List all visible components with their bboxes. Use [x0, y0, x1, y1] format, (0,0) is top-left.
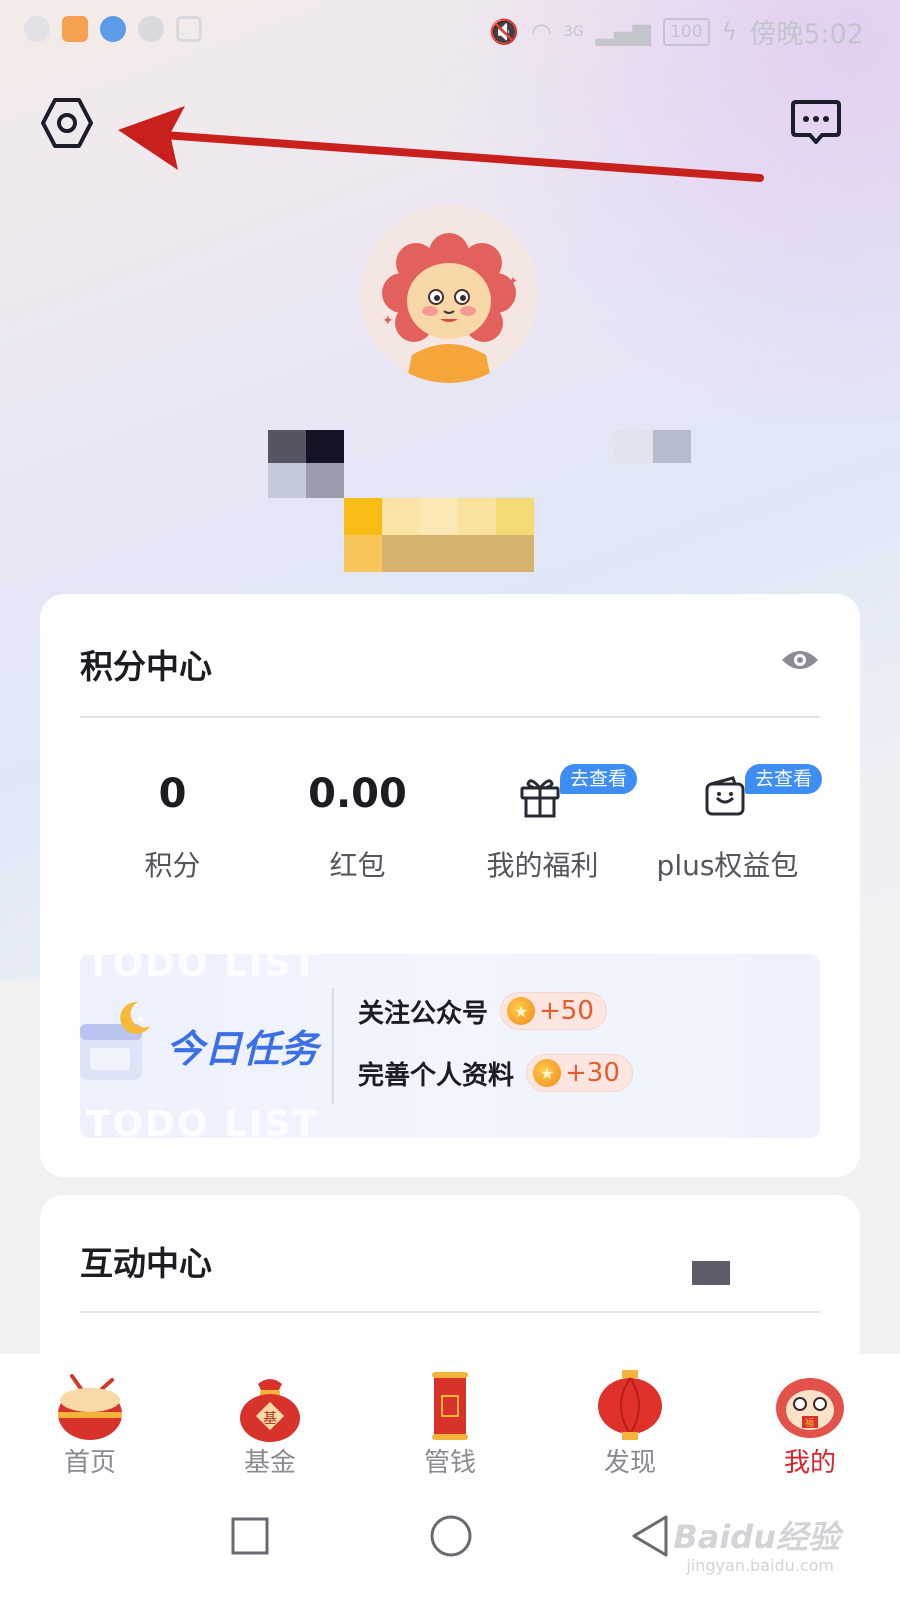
battery-indicator: 100 [663, 17, 710, 46]
svg-text:基: 基 [263, 1410, 277, 1426]
points-value: 0 [158, 771, 187, 817]
mute-icon: 🔇 [489, 17, 519, 46]
notification-icons [24, 16, 202, 42]
money-bag-icon: 基 [240, 1379, 300, 1442]
nav-discover[interactable]: 发现 [540, 1354, 720, 1482]
avatar[interactable]: ✦ ✦ [360, 205, 538, 383]
view-plus-badge: 去查看 [745, 764, 823, 794]
points-center-card: 积分中心 0 积分 0.00 红包 去查看 我的福利 去查看 plus权益包 T… [40, 594, 860, 1177]
svg-text:★: ★ [136, 1014, 145, 1025]
nav-label: 首页 [63, 1448, 116, 1478]
my-benefits-stat[interactable]: 去查看 我的福利 [450, 764, 638, 884]
task-separator [332, 988, 334, 1104]
baidu-watermark-url: jingyan.baidu.com [686, 1556, 834, 1575]
drum-icon [58, 1374, 122, 1440]
points-stats: 0 积分 0.00 红包 去查看 我的福利 去查看 plus权益包 [80, 764, 823, 904]
settings-icon [41, 98, 93, 148]
toggle-visibility-button[interactable] [780, 646, 820, 674]
message-icon [791, 100, 841, 144]
baidu-watermark: Baidu经验 [673, 1518, 840, 1556]
nav-home[interactable]: 首页 [0, 1354, 180, 1482]
my-benefits-label: 我的福利 [486, 849, 599, 882]
task-name: 关注公众号 [358, 998, 489, 1029]
plus-package-label: plus权益包 [656, 849, 799, 882]
daily-tasks-banner[interactable]: TODO LIST TODO LIST ★ 今日任务 关注公众号 ★ +50 完… [80, 954, 820, 1138]
app-notification-icon [62, 16, 88, 42]
task-follow-account[interactable]: 关注公众号 ★ +50 [358, 992, 607, 1030]
task-complete-profile[interactable]: 完善个人资料 ★ +30 [358, 1054, 633, 1092]
nav-label: 我的 [783, 1448, 836, 1478]
nav-fund[interactable]: 基 基金 [180, 1354, 360, 1482]
divider [80, 1311, 820, 1313]
wallet-icon [705, 776, 745, 816]
recent-apps-button[interactable] [230, 1516, 270, 1556]
lion-icon: 福 [776, 1378, 844, 1438]
nav-label: 管钱 [423, 1448, 476, 1478]
task-name: 完善个人资料 [358, 1060, 515, 1091]
reward-amount: +50 [539, 996, 594, 1026]
status-time: 傍晚5:02 [749, 19, 864, 50]
plus-package-stat[interactable]: 去查看 plus权益包 [635, 764, 823, 884]
chat-notification-icon [24, 16, 50, 42]
reward-pill: ★ +50 [500, 992, 607, 1030]
gift-icon [520, 779, 560, 818]
signal-icon: ▂▄▆ [595, 17, 652, 46]
network-type: 3G [563, 23, 584, 40]
reward-amount: +30 [565, 1058, 620, 1088]
svg-text:✦: ✦ [382, 313, 394, 329]
scroll-icon [432, 1372, 468, 1440]
system-notification-icon [176, 16, 202, 42]
nav-label: 发现 [603, 1448, 656, 1478]
charging-icon: ϟ [721, 17, 738, 46]
points-label: 积分 [144, 849, 201, 882]
wechat-notification-icon [138, 16, 164, 42]
red-packet-value: 0.00 [308, 771, 407, 817]
todo-watermark-top: TODO LIST [86, 954, 319, 985]
nav-label: 基金 [243, 1448, 296, 1478]
view-benefits-badge: 去查看 [560, 764, 638, 794]
blurred-value [692, 1261, 730, 1285]
lion-avatar-icon: ✦ ✦ [360, 205, 538, 383]
browser-notification-icon [100, 16, 126, 42]
back-button[interactable] [630, 1514, 670, 1558]
wifi-icon: ◠ [530, 17, 552, 46]
home-button[interactable] [429, 1514, 473, 1558]
daily-tasks-title: 今日任务 [166, 1027, 319, 1071]
nav-mine[interactable]: 福 我的 [720, 1354, 900, 1482]
red-packet-stat[interactable]: 0.00 红包 [265, 764, 450, 884]
coin-icon: ★ [533, 1059, 562, 1087]
bottom-nav: 首页 基 基金 管钱 发现 福 我的 [0, 1354, 900, 1482]
svg-text:福: 福 [805, 1417, 814, 1428]
points-stat[interactable]: 0 积分 [80, 764, 265, 884]
divider [80, 716, 820, 718]
red-packet-label: 红包 [329, 849, 386, 882]
points-center-title: 积分中心 [80, 647, 212, 686]
lantern-icon [598, 1370, 662, 1440]
settings-button[interactable] [40, 96, 94, 150]
svg-text:✦: ✦ [508, 274, 518, 288]
nav-money[interactable]: 管钱 [360, 1354, 540, 1482]
eye-icon [782, 651, 818, 669]
coin-icon: ★ [507, 997, 536, 1025]
reward-pill: ★ +30 [526, 1054, 633, 1092]
status-bar: 🔇 ◠ 3G ▂▄▆ 100 ϟ 傍晚5:02 [0, 0, 900, 60]
calendar-moon-icon: ★ [80, 1001, 150, 1080]
message-button[interactable] [790, 98, 842, 148]
todo-watermark-bottom: TODO LIST [86, 1104, 319, 1138]
interaction-center-title: 互动中心 [80, 1244, 212, 1283]
